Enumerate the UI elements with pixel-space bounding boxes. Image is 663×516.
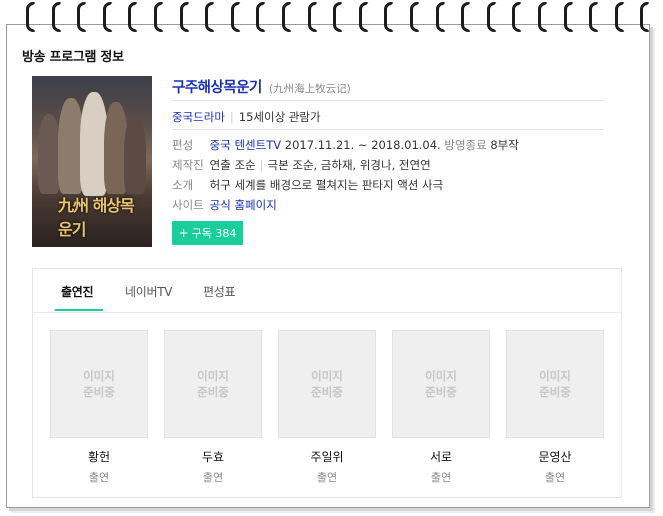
binding-ring (614, 2, 625, 32)
broadcast-period: 2017.11.21. ~ 2018.01.04. (284, 138, 441, 152)
director-credit: 연출 조순 (209, 158, 256, 172)
binding-ring (205, 2, 216, 32)
spiral-binding (0, 0, 663, 36)
info-production: 제작진 연출 조순 | 극본 조순, 금하재, 위경나, 전연연 (172, 157, 431, 173)
subscribe-label: 구독 384 (191, 227, 237, 240)
tab-navertv[interactable]: 네이버TV (125, 283, 172, 300)
section-title: 방송 프로그램 정보 (22, 50, 124, 65)
placeholder-text: 이미지 (311, 369, 343, 383)
binding-ring (51, 2, 62, 32)
binding-ring (512, 2, 523, 32)
binding-ring (640, 2, 651, 32)
cast-member[interactable]: 이미지 준비중 서로 출연 (392, 330, 490, 485)
placeholder-text: 준비중 (539, 385, 571, 399)
binding-ring (435, 2, 446, 32)
info-label: 사이트 (172, 198, 204, 212)
cast-name[interactable]: 문영산 (506, 448, 604, 465)
cast-panel: 출연진 네이버TV 편성표 이미지 준비중 황헌 출연 이미지 준비중 두효 출… (32, 268, 622, 498)
binding-ring (307, 2, 318, 32)
tab-bar: 출연진 네이버TV 편성표 (33, 269, 621, 313)
separator: | (229, 110, 234, 124)
intro-text: 허구 세계를 배경으로 펼쳐지는 판타지 액션 사극 (209, 178, 444, 192)
separator: | (259, 158, 264, 172)
cast-role: 출연 (544, 471, 566, 484)
binding-ring (486, 2, 497, 32)
cast-photo-placeholder: 이미지 준비중 (50, 330, 148, 438)
poster-figure (124, 116, 146, 194)
binding-ring (282, 2, 292, 32)
plus-icon: + (178, 226, 189, 240)
tab-schedule[interactable]: 편성표 (203, 283, 236, 300)
poster-calligraphy: 九州 해상목운기 (58, 196, 135, 239)
cast-role: 출연 (202, 471, 224, 484)
info-broadcast: 편성 중국 텐센트TV 2017.11.21. ~ 2018.01.04. 방영… (172, 137, 519, 153)
binding-ring (102, 2, 113, 32)
placeholder-text: 이미지 (425, 369, 457, 383)
program-title-row: 구주해상목운기 (九州海上牧云记) (172, 76, 351, 97)
cast-photo-placeholder: 이미지 준비중 (392, 330, 490, 438)
program-original-title: (九州海上牧云记) (268, 83, 351, 95)
program-title[interactable]: 구주해상목운기 (172, 80, 262, 96)
divider (172, 129, 604, 130)
official-site-link[interactable]: 공식 홈페이지 (210, 198, 277, 212)
writer-credit: 극본 조순, 금하재, 위경나, 전연연 (267, 158, 431, 172)
placeholder-text: 이미지 (83, 369, 115, 383)
binding-ring (128, 2, 139, 32)
cast-role: 출연 (88, 471, 110, 484)
binding-ring (77, 2, 88, 32)
binding-ring (179, 2, 190, 32)
info-site: 사이트 공식 홈페이지 (172, 197, 277, 213)
genre-link[interactable]: 중국드라마 (172, 110, 225, 124)
placeholder-text: 이미지 (539, 369, 571, 383)
divider (172, 100, 604, 101)
binding-ring (154, 2, 164, 32)
active-tab-indicator (55, 309, 103, 311)
cast-role: 출연 (430, 471, 452, 484)
cast-member[interactable]: 이미지 준비중 두효 출연 (164, 330, 262, 485)
binding-ring (563, 2, 574, 32)
cast-member[interactable]: 이미지 준비중 주일위 출연 (278, 330, 376, 485)
info-intro: 소개 허구 세계를 배경으로 펼쳐지는 판타지 액션 사극 (172, 177, 443, 193)
binding-ring (333, 2, 344, 32)
placeholder-text: 준비중 (425, 385, 457, 399)
binding-ring (410, 2, 420, 32)
subscribe-button[interactable]: + 구독 384 (172, 221, 243, 245)
binding-ring (256, 2, 267, 32)
program-poster[interactable]: 九州 해상목운기 (32, 76, 152, 247)
placeholder-text: 이미지 (197, 369, 229, 383)
program-meta: 중국드라마 | 15세이상 관람가 (172, 109, 321, 125)
placeholder-text: 준비중 (83, 385, 115, 399)
cast-photo-placeholder: 이미지 준비중 (164, 330, 262, 438)
cast-member[interactable]: 이미지 준비중 황헌 출연 (50, 330, 148, 485)
channel-link[interactable]: 중국 텐센트TV (210, 138, 281, 152)
episode-count: 8부작 (490, 138, 519, 152)
cast-member[interactable]: 이미지 준비중 문영산 출연 (506, 330, 604, 485)
cast-role: 출연 (316, 471, 338, 484)
cast-photo-placeholder: 이미지 준비중 (506, 330, 604, 438)
age-rating: 15세이상 관람가 (238, 110, 321, 124)
binding-ring (461, 2, 472, 32)
binding-ring (358, 2, 369, 32)
binding-ring (384, 2, 395, 32)
tab-cast[interactable]: 출연진 (61, 283, 94, 300)
binding-ring (230, 2, 241, 32)
cast-name[interactable]: 두효 (164, 448, 262, 465)
cast-name[interactable]: 서로 (392, 448, 490, 465)
binding-ring (26, 2, 36, 32)
broadcast-status: 방영종료 (444, 138, 487, 152)
cast-name[interactable]: 주일위 (278, 448, 376, 465)
info-label: 소개 (172, 178, 194, 192)
placeholder-text: 준비중 (311, 385, 343, 399)
cast-photo-placeholder: 이미지 준비중 (278, 330, 376, 438)
cast-name[interactable]: 황헌 (50, 448, 148, 465)
info-label: 편성 (172, 138, 194, 152)
info-label: 제작진 (172, 158, 204, 172)
placeholder-text: 준비중 (197, 385, 229, 399)
poster-figure (38, 114, 60, 194)
binding-ring (538, 2, 548, 32)
binding-ring (589, 2, 600, 32)
